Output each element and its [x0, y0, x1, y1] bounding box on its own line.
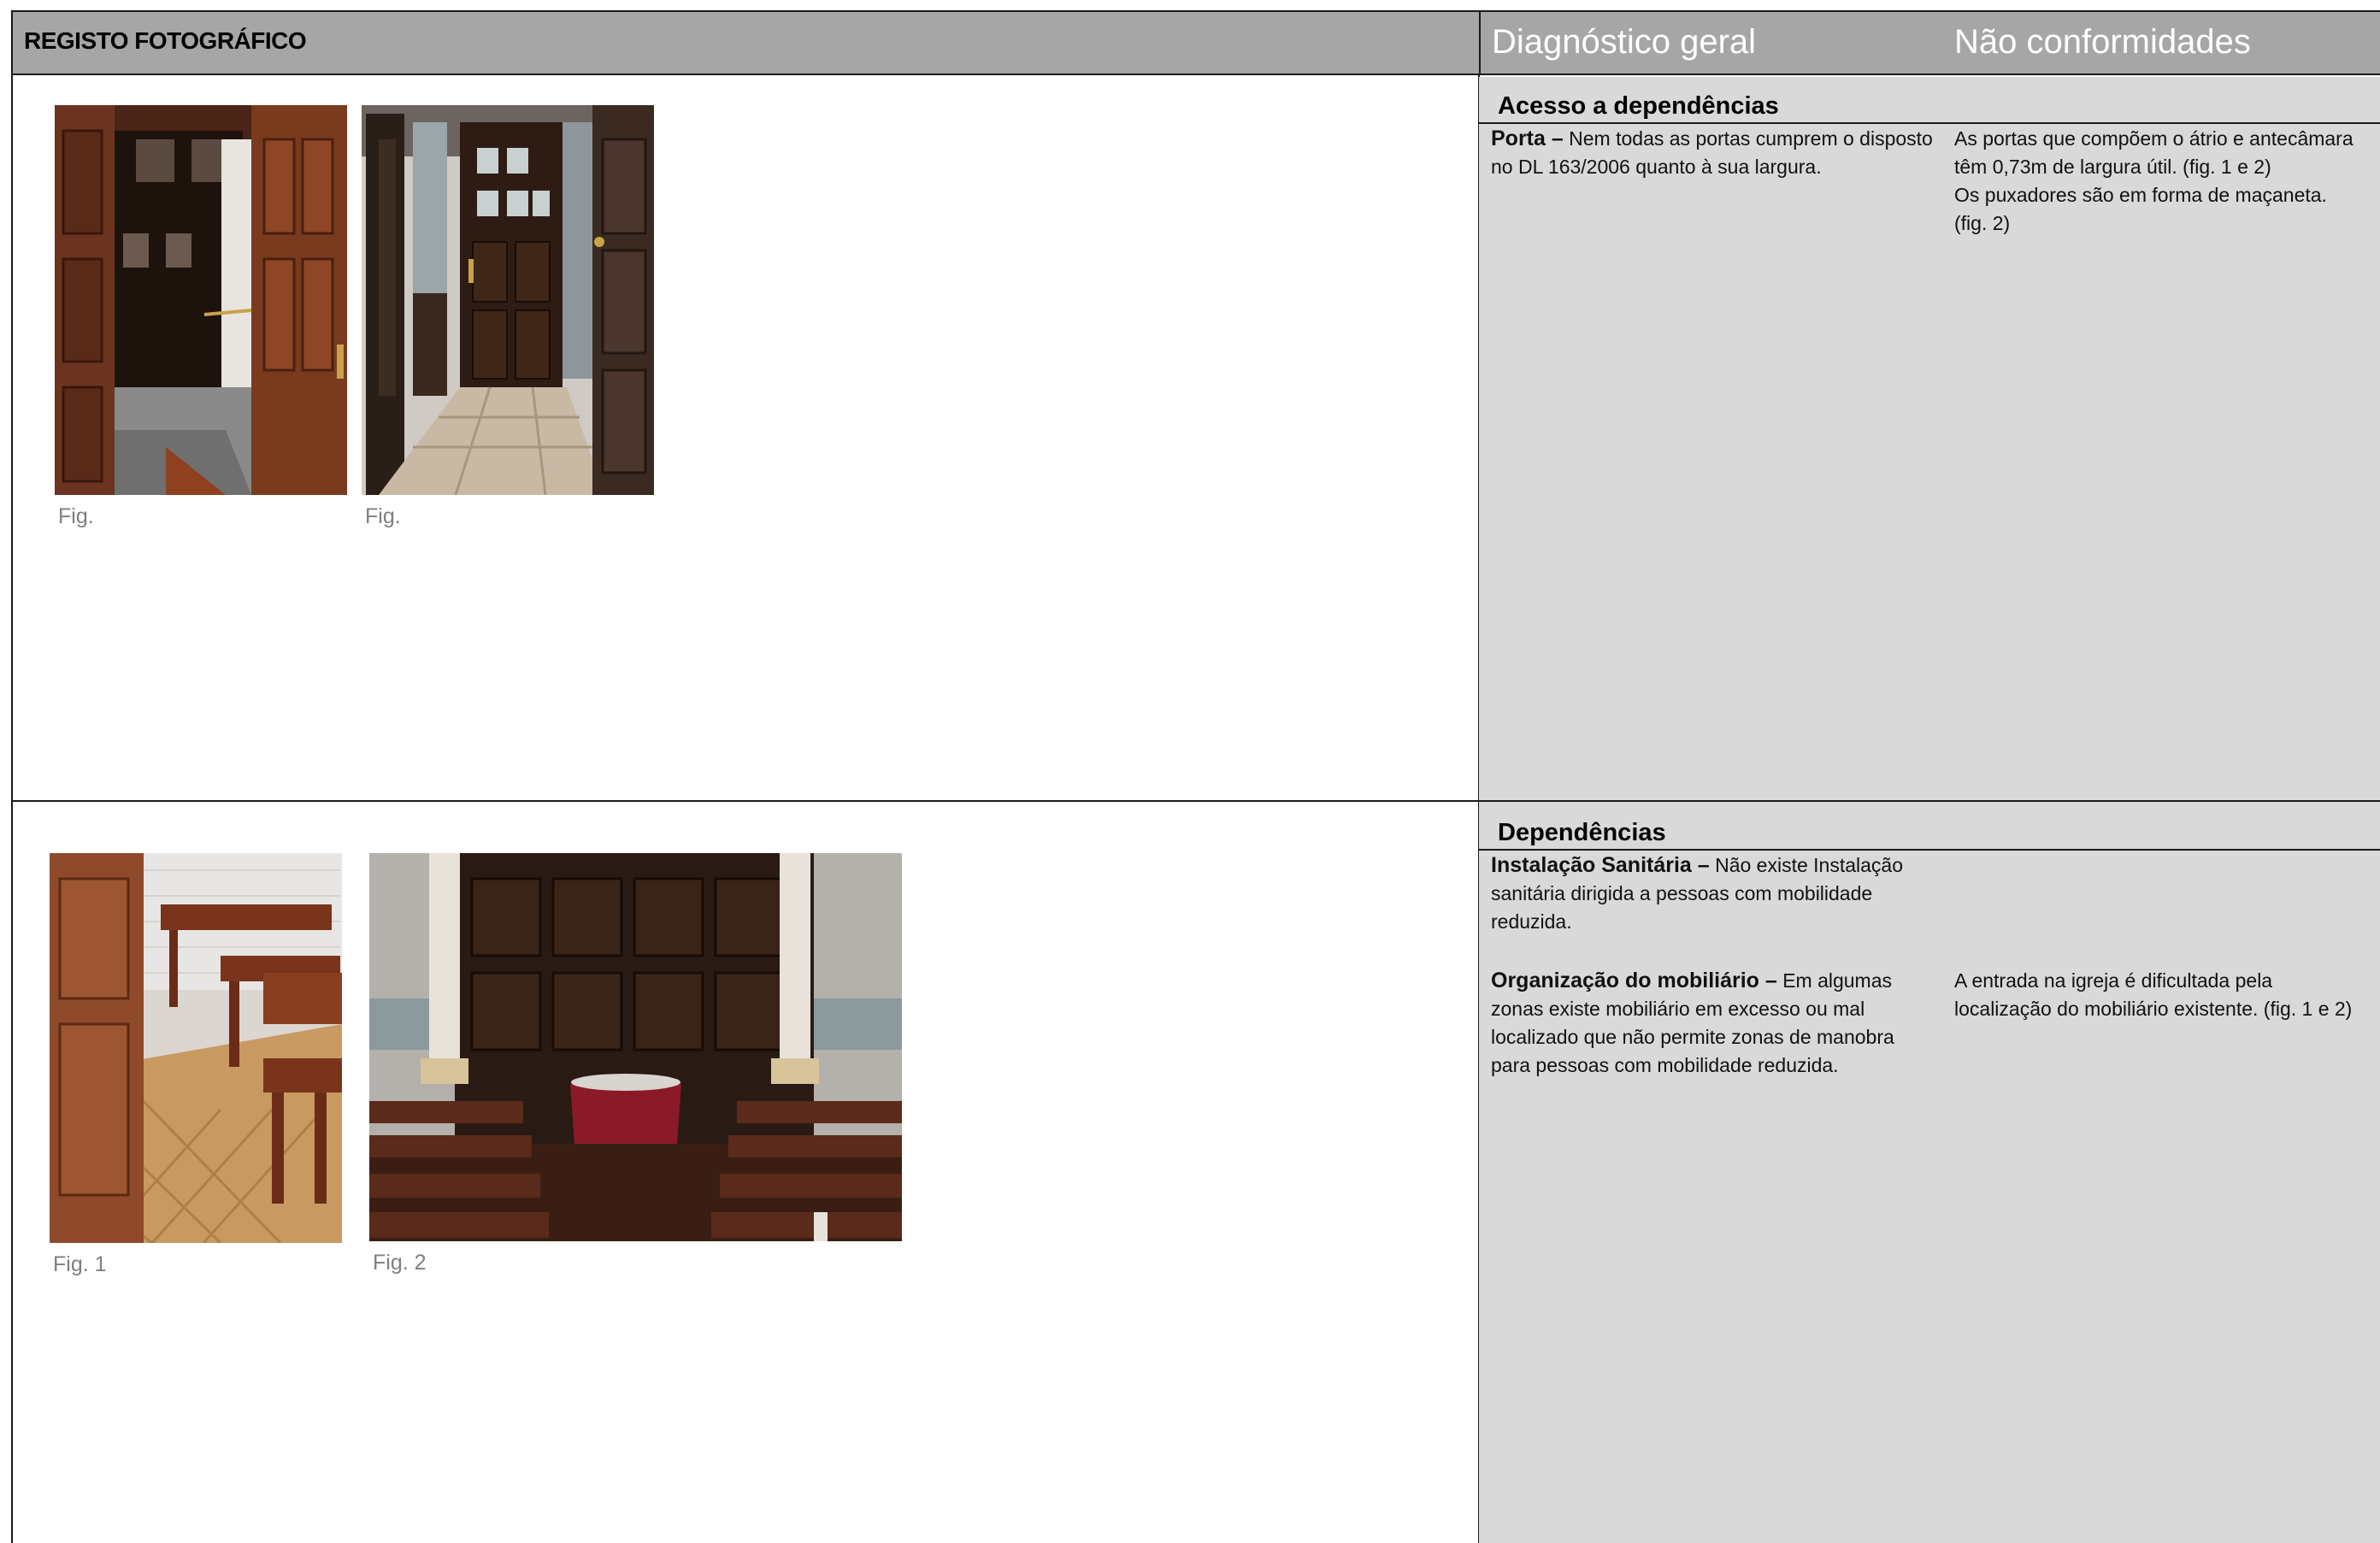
- diagnostic-line: Em algumas: [1782, 969, 1893, 992]
- nonconformity-column-title: Não conformidades: [1954, 23, 2251, 61]
- diagnostic-porta: Porta – Nem todas as portas cumprem o di…: [1491, 125, 1944, 181]
- photo-caption: Fig.: [365, 504, 401, 528]
- diagnostic-line: para pessoas com mobilidade reduzida.: [1491, 1054, 1839, 1076]
- diagnostic-organizacao-mobiliario: Organização do mobiliário – Em algumas z…: [1491, 967, 1953, 1080]
- door-vestibule-photo: [55, 105, 347, 495]
- photo-register-title: REGISTO FOTOGRÁFICO: [24, 27, 307, 54]
- diagnostic-line: Não existe Instalação: [1715, 854, 1903, 876]
- section-divider: [1479, 122, 2380, 124]
- diagnostic-column-title: Diagnóstico geral: [1492, 23, 1757, 61]
- diagnostic-instalacao-sanitaria: Instalação Sanitária – Não existe Instal…: [1491, 851, 1944, 936]
- section-divider: [1479, 849, 2380, 851]
- photo-caption: Fig.: [58, 504, 94, 528]
- diagnostic-line: localizado que não permite zonas de mano…: [1491, 1026, 1894, 1048]
- nonconformity-mobiliario: A entrada na igreja é dificultada pela l…: [1954, 967, 2380, 1023]
- term-porta: Porta –: [1491, 127, 1564, 150]
- term-organizacao-mobiliario: Organização do mobiliário –: [1491, 969, 1777, 992]
- diagnostic-line: zonas existe mobiliário em excesso ou ma…: [1491, 998, 1865, 1020]
- photo-caption: Fig. 2: [373, 1251, 427, 1275]
- church-entrance-photo: [369, 853, 902, 1241]
- nonconformity-line: A entrada na igreja é dificultada pela: [1954, 969, 2273, 992]
- nonconformity-line: Os puxadores são em forma de maçaneta.: [1954, 184, 2327, 206]
- nonconformity-line: As portas que compõem o átrio e antecâma…: [1954, 127, 2353, 150]
- diagnostic-line: reduzida.: [1491, 910, 1572, 933]
- section-title-acesso: Acesso a dependências: [1498, 92, 1779, 120]
- diagnostic-line: sanitária dirigida a pessoas com mobilid…: [1491, 882, 1873, 904]
- door-corridor-photo: [362, 105, 654, 495]
- term-instalacao-sanitaria: Instalação Sanitária –: [1491, 853, 1710, 877]
- nonconformity-line: (fig. 2): [1954, 212, 2011, 234]
- nonconformity-line: têm 0,73m de largura útil. (fig. 1 e 2): [1954, 156, 2271, 178]
- nonconformity-line: localização do mobiliário existente. (fi…: [1954, 998, 2353, 1020]
- nonconformity-porta: As portas que compõem o átrio e antecâma…: [1954, 125, 2380, 238]
- pews-parquet-photo: [50, 853, 342, 1243]
- section-title-dependencias: Dependências: [1498, 819, 1666, 846]
- photo-caption: Fig. 1: [53, 1252, 107, 1276]
